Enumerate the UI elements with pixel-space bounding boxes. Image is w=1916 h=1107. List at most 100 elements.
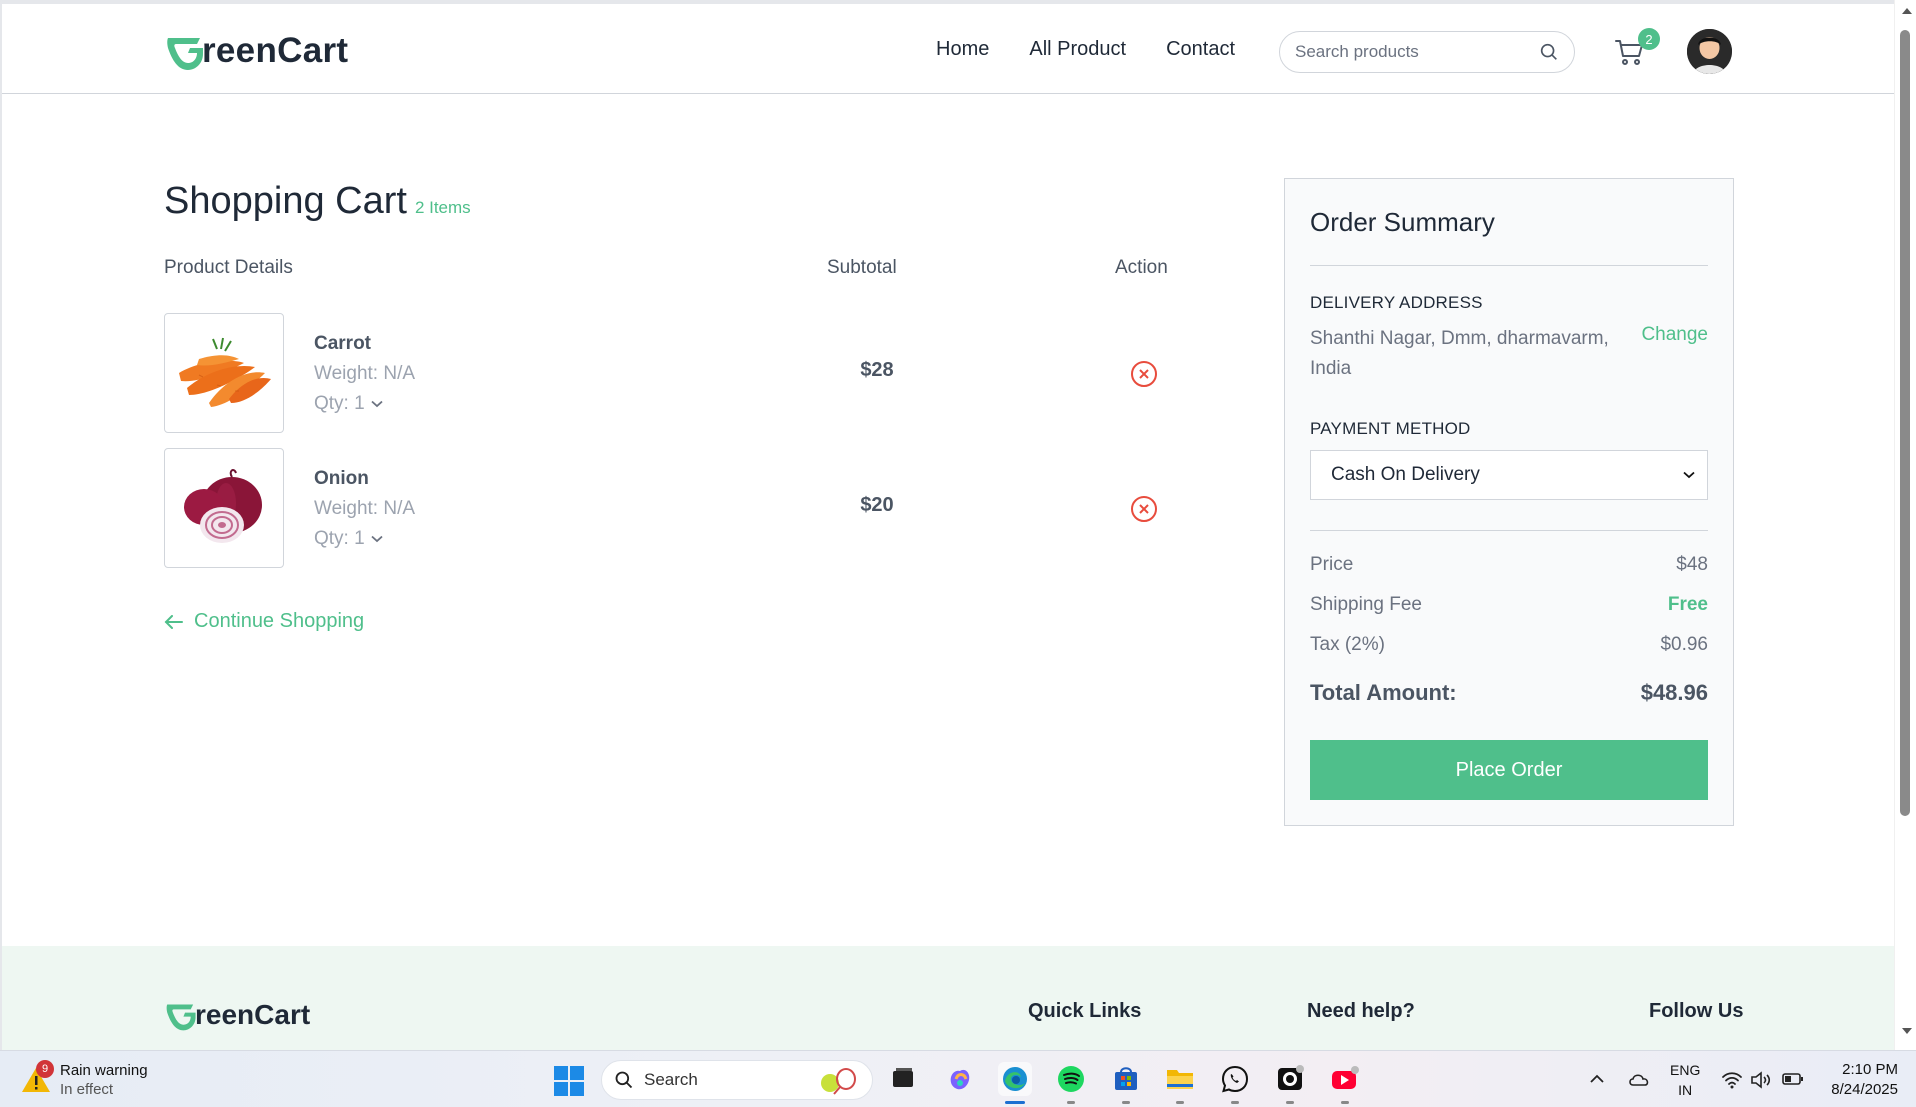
app-indicator	[1176, 1101, 1184, 1104]
cart-row: Onion Weight: N/A Qty: 1 $20	[164, 448, 1214, 569]
file-explorer-icon[interactable]	[1163, 1062, 1197, 1096]
quantity-selector[interactable]: Qty: 1	[314, 524, 415, 554]
remove-item-icon[interactable]	[1130, 495, 1158, 523]
app-indicator	[1122, 1101, 1130, 1104]
search-icon[interactable]	[1538, 41, 1560, 63]
nav-link-all-product[interactable]: All Product	[1029, 38, 1126, 61]
onedrive-cloud-icon[interactable]	[1627, 1071, 1651, 1087]
remove-item-icon[interactable]	[1130, 360, 1158, 388]
chevron-down-icon	[371, 400, 383, 408]
region-code: IN	[1678, 1082, 1693, 1098]
brand-logo[interactable]: reenCart	[164, 30, 348, 72]
onion-image	[184, 469, 262, 543]
scroll-thumb[interactable]	[1900, 30, 1910, 816]
product-weight: Weight: N/A	[314, 363, 416, 384]
footer-need-help-heading: Need help?	[1307, 1000, 1415, 1022]
column-header-action: Action	[1115, 257, 1168, 278]
youtube-icon[interactable]	[1328, 1062, 1362, 1096]
chevron-up-icon[interactable]	[1589, 1074, 1605, 1084]
scroll-up-arrow-icon[interactable]	[1902, 8, 1912, 14]
volume-icon[interactable]	[1750, 1071, 1772, 1089]
taskbar-search[interactable]: Search	[601, 1060, 873, 1100]
payment-method-select[interactable]: Cash On Delivery	[1310, 450, 1708, 500]
continue-shopping-link[interactable]: Continue Shopping	[164, 610, 364, 633]
product-subtotal: $28	[860, 359, 894, 381]
divider	[1310, 530, 1708, 531]
scroll-down-arrow-icon[interactable]	[1902, 1028, 1912, 1034]
windows-start-icon[interactable]	[554, 1066, 584, 1096]
wifi-icon[interactable]	[1721, 1071, 1743, 1089]
change-address-button[interactable]: Change	[1641, 324, 1708, 346]
brand-logo-text: reenCart	[202, 31, 349, 70]
clock-date: 8/24/2025	[1831, 1081, 1898, 1098]
quantity-selector[interactable]: Qty: 1	[314, 389, 415, 419]
copilot-icon[interactable]	[943, 1062, 977, 1096]
taskbar-search-label: Search	[644, 1070, 698, 1089]
edge-browser-icon[interactable]	[998, 1062, 1032, 1096]
system-clock[interactable]: 2:10 PM 8/24/2025	[1818, 1060, 1898, 1100]
app-indicator	[1231, 1101, 1239, 1104]
footer: reenCart Quick Links Need help? Follow U…	[2, 946, 1894, 1050]
nav-links: Home All Product Contact	[936, 38, 1235, 61]
cart-heading: Shopping Cart 2 Items	[164, 180, 471, 223]
total-amount-value: $48.96	[1640, 680, 1708, 705]
product-weight: Weight: N/A	[314, 498, 416, 519]
search-bar	[1279, 31, 1575, 73]
delivery-address-label: DELIVERY ADDRESS	[1310, 293, 1483, 312]
cart-row: Carrot Weight: N/A Qty: 1 $28	[164, 313, 1214, 434]
greencart-g-icon	[167, 38, 203, 70]
product-thumbnail[interactable]	[164, 448, 284, 568]
weather-alert-badge: 9	[36, 1060, 54, 1078]
tax-value: $0.96	[1660, 634, 1708, 655]
product-info: Onion Weight: N/A Qty: 1	[314, 464, 415, 554]
weather-widget[interactable]: 9 Rain warning In effect	[20, 1060, 148, 1099]
price-value: $48	[1676, 554, 1708, 575]
chevron-down-icon	[1683, 471, 1695, 479]
weather-warning-icon: 9	[20, 1060, 54, 1096]
microsoft-store-icon[interactable]	[1109, 1062, 1143, 1096]
quantity-label: Qty: 1	[314, 393, 365, 414]
cart-count-badge: 2	[1638, 28, 1660, 50]
search-highlight-icon	[821, 1068, 856, 1095]
product-subtotal: $20	[860, 494, 894, 516]
divider	[1310, 265, 1708, 266]
github-desktop-icon[interactable]	[1273, 1062, 1307, 1096]
nav-link-home[interactable]: Home	[936, 38, 989, 61]
windows-taskbar: 9 Rain warning In effect Search ENG IN 2…	[0, 1050, 1916, 1107]
active-app-indicator	[1005, 1101, 1025, 1104]
total-amount-label: Total Amount:	[1310, 680, 1457, 705]
nav-link-contact[interactable]: Contact	[1166, 38, 1235, 61]
place-order-button[interactable]: Place Order	[1310, 740, 1708, 800]
avatar[interactable]	[1687, 29, 1732, 74]
task-view-icon[interactable]	[886, 1062, 920, 1096]
shipping-fee-label: Shipping Fee	[1310, 594, 1422, 615]
shipping-fee-value: Free	[1667, 594, 1708, 615]
product-thumbnail[interactable]	[164, 313, 284, 433]
shipping-fee-line: Shipping Fee Free	[1310, 594, 1708, 616]
app-indicator	[1341, 1101, 1349, 1104]
column-header-product: Product Details	[164, 257, 293, 278]
vertical-scrollbar[interactable]	[1894, 0, 1916, 1050]
spotify-icon[interactable]	[1054, 1062, 1088, 1096]
arrow-left-icon	[164, 614, 183, 629]
page-title: Shopping Cart	[164, 180, 407, 222]
navbar: reenCart Home All Product Contact 2	[2, 4, 1894, 94]
price-label: Price	[1310, 554, 1354, 575]
battery-icon[interactable]	[1782, 1072, 1804, 1086]
language-code: ENG	[1670, 1062, 1701, 1078]
total-amount-line: Total Amount: $48.96	[1310, 680, 1708, 706]
cart-item-count: 2 Items	[414, 198, 471, 217]
language-indicator[interactable]: ENG IN	[1670, 1060, 1700, 1100]
search-input[interactable]	[1295, 42, 1538, 62]
footer-follow-us-heading: Follow Us	[1649, 1000, 1744, 1022]
app-indicator	[1286, 1101, 1294, 1104]
product-name: Carrot	[314, 333, 372, 354]
whatsapp-icon[interactable]	[1218, 1062, 1252, 1096]
footer-logo-text: reenCart	[195, 999, 311, 1030]
tax-line: Tax (2%) $0.96	[1310, 634, 1708, 656]
quantity-label: Qty: 1	[314, 528, 365, 549]
weather-title: Rain warning	[60, 1062, 148, 1079]
payment-method-label: PAYMENT METHOD	[1310, 419, 1471, 438]
footer-logo[interactable]: reenCart	[164, 998, 310, 1032]
weather-subtitle: In effect	[60, 1081, 114, 1098]
